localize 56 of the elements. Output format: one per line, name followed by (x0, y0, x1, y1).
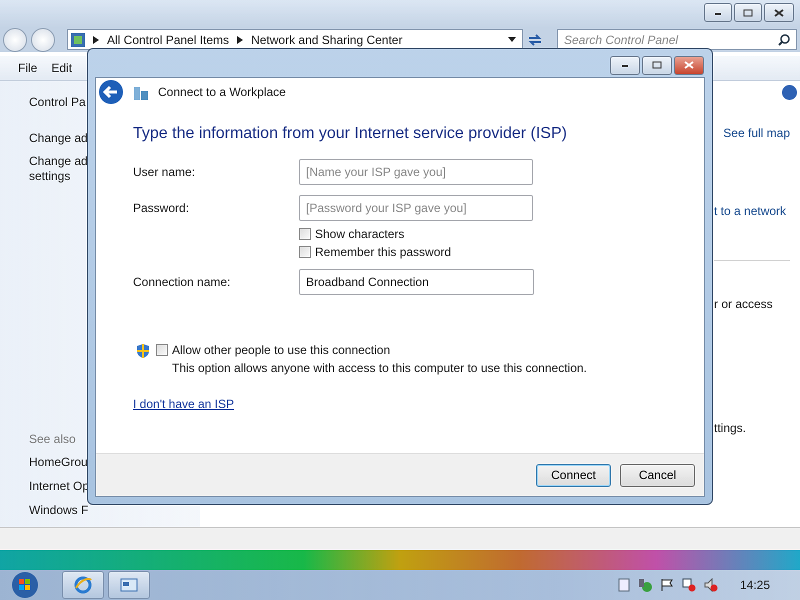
control-panel-icon (71, 32, 85, 46)
chevron-icon (237, 36, 244, 44)
text: r or access (714, 297, 773, 311)
field-label: Password: (133, 201, 190, 215)
minimize-button[interactable] (610, 56, 640, 74)
close-icon (774, 8, 784, 16)
chevron-icon (93, 36, 99, 44)
option-description: This option allows anyone with access to this computer to use this connection. (172, 361, 587, 375)
checkbox[interactable]: Allow other people to use this connection (156, 343, 587, 357)
instruction-heading: Type the information from your Internet service provider (ISP) (133, 125, 568, 143)
clock[interactable]: 14:25 (740, 578, 770, 592)
sidebar-link[interactable]: Change ad (29, 131, 88, 146)
shield-icon (136, 343, 150, 359)
checkbox[interactable]: Show characters (299, 227, 533, 241)
maximize-button[interactable] (642, 56, 672, 74)
menu-item[interactable]: File (18, 61, 38, 75)
menu-item[interactable]: Edit (51, 61, 72, 75)
see-also-heading: See also (29, 432, 77, 446)
network-icon[interactable] (682, 578, 696, 592)
close-icon (684, 61, 694, 69)
dialog-button[interactable]: Cancel (620, 464, 695, 486)
restore-icon (743, 8, 753, 16)
text: ttings. (714, 421, 746, 435)
close-button[interactable] (674, 56, 704, 74)
sidebar-link[interactable]: HomeGrou (29, 455, 88, 470)
flag-icon[interactable] (660, 578, 674, 592)
search-icon (778, 34, 790, 46)
sidebar-link[interactable]: Change ad settings (29, 154, 88, 184)
back-button[interactable] (3, 28, 27, 52)
minimize-button[interactable] (704, 3, 732, 22)
breadcrumb[interactable]: Network and Sharing Center (251, 32, 402, 46)
link[interactable]: See full map (723, 126, 790, 140)
browser-icon (74, 576, 92, 594)
dialog-title: Connect to a Workplace (158, 85, 286, 99)
dropdown-icon[interactable] (508, 37, 516, 42)
window-icon (120, 578, 138, 592)
link[interactable]: t to a network (714, 204, 786, 218)
sidebar-link[interactable]: Control Pa (29, 95, 86, 110)
maximize-icon (652, 61, 662, 69)
forward-button[interactable] (31, 28, 55, 52)
field-label: User name: (133, 165, 196, 179)
restore-button[interactable] (734, 3, 762, 22)
document-icon[interactable] (618, 578, 630, 592)
muted-speaker-icon[interactable] (704, 578, 718, 592)
dialog-button[interactable]: Connect (536, 464, 611, 486)
no-isp-link[interactable]: I don't have an ISP (133, 397, 234, 411)
window-taskbar-button[interactable] (108, 571, 150, 599)
sidebar-link[interactable]: Windows F (29, 503, 88, 518)
field-label: Connection name: (133, 275, 232, 289)
checkbox[interactable]: Remember this password (299, 245, 533, 259)
browser-taskbar-button[interactable] (62, 571, 104, 599)
refresh-icon[interactable] (527, 32, 543, 46)
input-field[interactable]: Broadband Connection (299, 269, 534, 295)
breadcrumb[interactable]: All Control Panel Items (107, 32, 230, 46)
address-bar[interactable]: All Control Panel Items Network and Sharing Center (67, 29, 523, 50)
close-button[interactable] (764, 3, 794, 22)
